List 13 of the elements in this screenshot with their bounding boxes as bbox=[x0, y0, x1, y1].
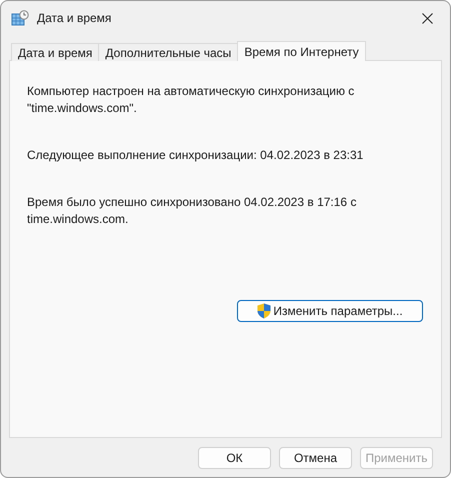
close-icon bbox=[422, 12, 432, 24]
info-text: Следующее выполнение синхронизации: 04.02.2023 в 23:31 bbox=[27, 147, 364, 164]
tab[interactable]: Время по Интернету bbox=[237, 41, 366, 61]
change-settings-button[interactable]: Изменить параметры... bbox=[237, 300, 423, 322]
tab[interactable]: Дата и время bbox=[11, 43, 100, 61]
info-text: Компьютер настроен на автоматическую синхронизацию с "time.windows.com". bbox=[27, 83, 356, 117]
shield-icon bbox=[257, 303, 272, 319]
window-title: Дата и время bbox=[37, 11, 112, 25]
tab[interactable]: Дополнительные часы bbox=[98, 43, 238, 61]
calendar-clock-icon bbox=[11, 10, 29, 26]
dialog-button[interactable]: Отмена bbox=[279, 447, 352, 469]
info-text: Время было успешно синхронизовано 04.02.2023 в 17:16 с time.windows.com. bbox=[27, 194, 358, 228]
dialog-button[interactable]: ОК bbox=[198, 447, 271, 469]
